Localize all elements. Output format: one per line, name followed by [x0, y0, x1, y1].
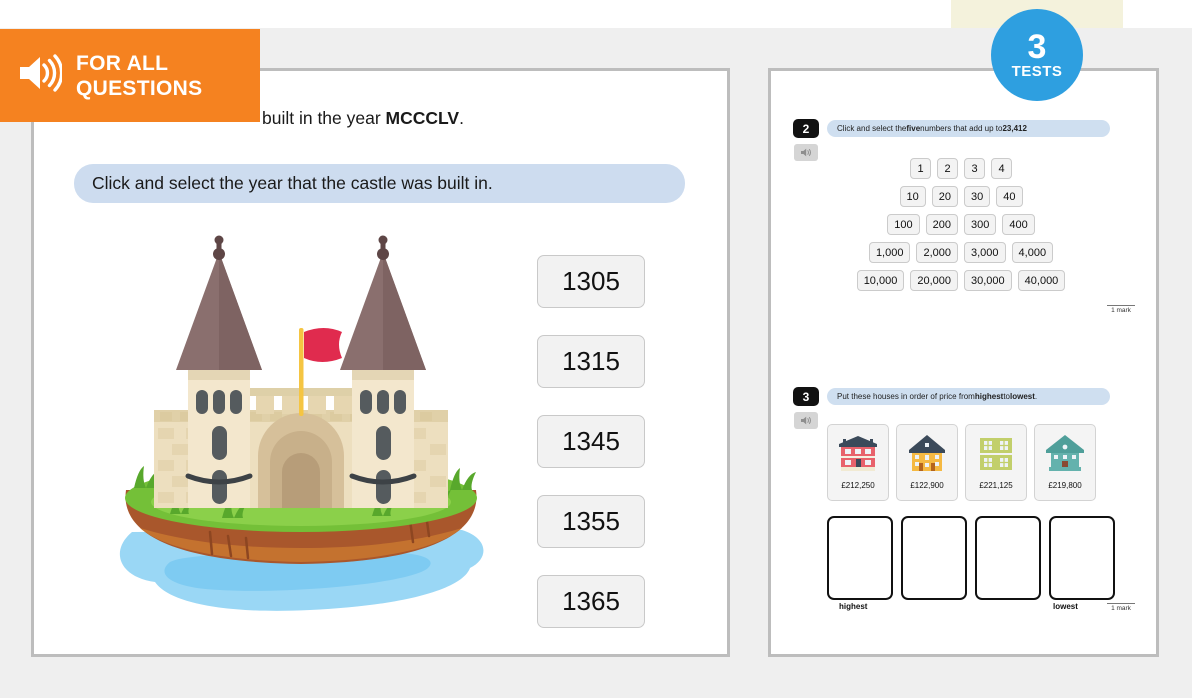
prompt-segment: Click and select the	[837, 124, 907, 133]
house-price: £212,250	[841, 481, 875, 490]
number-chip[interactable]: 10,000	[856, 270, 905, 291]
white-top-strip-right	[1123, 0, 1192, 28]
question-prompt-3: Put these houses in order of price from …	[827, 388, 1110, 405]
drop-box[interactable]	[975, 516, 1041, 600]
answer-option[interactable]: 1305	[537, 255, 645, 308]
number-chip[interactable]: 40	[996, 186, 1023, 207]
speaker-icon	[800, 148, 811, 157]
number-chip-grid: 1 2 3 4 10 20 30 40 100 200 300 400 1,000 2,000 3,000 4…	[846, 158, 1076, 298]
number-chip-row: 100 200 300 400	[846, 214, 1076, 235]
number-chip[interactable]: 3	[964, 158, 985, 179]
number-chip-row: 10 20 30 40	[846, 186, 1076, 207]
drop-box[interactable]	[1049, 516, 1115, 600]
castle-illustration	[110, 232, 492, 620]
speaker-icon	[800, 416, 811, 425]
house-price: £219,800	[1048, 481, 1082, 490]
prompt-segment: lowest	[1009, 392, 1035, 401]
answer-option[interactable]: 1315	[537, 335, 645, 388]
tests-count: 3	[1027, 27, 1047, 66]
instruction-bar: Click and select the year that the castl…	[74, 164, 685, 203]
house-card[interactable]: £221,125	[965, 424, 1027, 501]
white-top-strip-left	[0, 0, 951, 28]
prompt-segment: to	[1003, 392, 1010, 401]
house-icon	[909, 435, 945, 471]
question-speaker-button[interactable]	[794, 144, 818, 161]
stem-prefix: built in the year	[262, 108, 386, 128]
answer-option[interactable]: 1355	[537, 495, 645, 548]
for-all-questions-banner[interactable]: FOR ALL QUESTIONS	[0, 29, 260, 122]
house-icon	[980, 438, 1012, 470]
tests-count-badge: 3 TESTS	[991, 9, 1083, 101]
house-card[interactable]: £212,250	[827, 424, 889, 501]
stem-suffix: .	[459, 108, 464, 128]
number-chip[interactable]: 1	[910, 158, 931, 179]
number-chip[interactable]: 3,000	[964, 242, 1006, 263]
number-chip-row: 10,000 20,000 30,000 40,000	[846, 270, 1076, 291]
house-price: £122,900	[910, 481, 944, 490]
number-chip[interactable]: 300	[964, 214, 997, 235]
label-lowest: lowest	[1053, 602, 1078, 611]
answer-options: 1305 1315 1345 1355 1365	[537, 255, 645, 628]
number-chip[interactable]: 20	[931, 186, 958, 207]
house-icon	[1046, 435, 1084, 471]
mark-label: 1 mark	[1107, 603, 1135, 612]
number-chip[interactable]: 200	[925, 214, 958, 235]
tests-label: TESTS	[1011, 62, 1063, 80]
banner-text: FOR ALL QUESTIONS	[76, 51, 202, 101]
number-chip[interactable]: 30,000	[964, 270, 1012, 291]
banner-line-1: FOR ALL	[76, 51, 169, 75]
speaker-icon	[18, 54, 64, 97]
number-chip[interactable]: 4	[991, 158, 1012, 179]
label-highest: highest	[839, 602, 868, 611]
house-card[interactable]: £122,900	[896, 424, 958, 501]
prompt-segment: Put these houses in order of price from	[837, 392, 975, 401]
house-cards: £212,250 £122,900 £221,125 £219,800	[827, 424, 1096, 501]
number-chip[interactable]: 100	[887, 214, 920, 235]
house-card[interactable]: £219,800	[1034, 424, 1096, 501]
prompt-segment: highest	[974, 392, 1004, 401]
prompt-segment: five	[906, 124, 921, 133]
drop-box[interactable]	[827, 516, 893, 600]
number-chip[interactable]: 2	[937, 158, 958, 179]
question-number-badge: 3	[793, 387, 819, 406]
instruction-text: Click and select the year that the castl…	[92, 173, 493, 193]
drop-zone-row	[827, 516, 1115, 600]
question-number-badge: 2	[793, 119, 819, 138]
number-chip[interactable]: 10	[899, 186, 926, 207]
number-chip[interactable]: 20,000	[910, 270, 958, 291]
mark-label: 1 mark	[1107, 305, 1135, 314]
number-chip-row: 1234	[846, 158, 1076, 179]
answer-option[interactable]: 1345	[537, 415, 645, 468]
drop-box[interactable]	[901, 516, 967, 600]
prompt-segment: 23,412	[1002, 124, 1027, 133]
number-chip[interactable]: 40,000	[1017, 270, 1066, 291]
number-chip[interactable]: 400	[1002, 214, 1035, 235]
number-chip[interactable]: 1,000	[868, 242, 911, 263]
number-chip[interactable]: 30	[964, 186, 991, 207]
question-speaker-button[interactable]	[794, 412, 818, 429]
stem-roman-numeral: MCCCLV	[385, 108, 460, 128]
number-chip-row: 1,000 2,000 3,000 4,000	[846, 242, 1076, 263]
prompt-segment: .	[1034, 392, 1038, 401]
prompt-segment: numbers that add up to	[920, 124, 1003, 133]
question-stem: built in the year MCCCLV.	[262, 108, 464, 129]
house-icon	[839, 436, 877, 471]
house-price: £221,125	[979, 481, 1013, 490]
question-prompt-2: Click and select the five numbers that a…	[827, 120, 1110, 137]
banner-line-2: QUESTIONS	[76, 76, 203, 100]
number-chip[interactable]: 4,000	[1011, 242, 1054, 263]
answer-option[interactable]: 1365	[537, 575, 645, 628]
number-chip[interactable]: 2,000	[916, 242, 958, 263]
